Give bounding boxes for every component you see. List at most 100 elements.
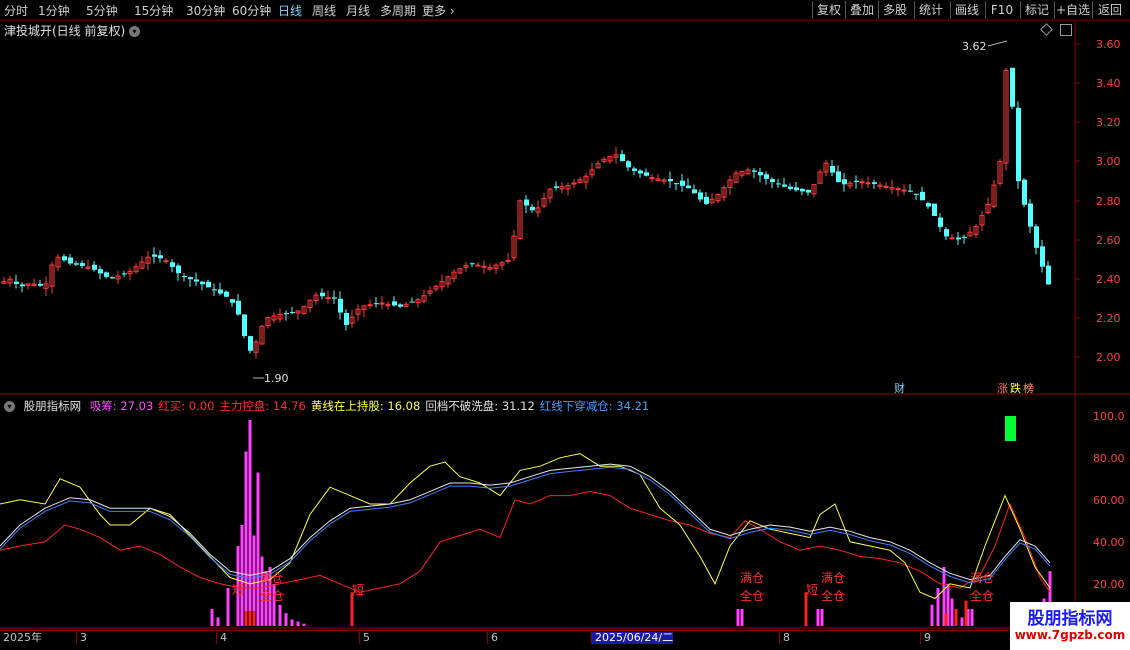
date-label: 8	[779, 632, 790, 644]
candle-body-down	[338, 298, 343, 313]
price-tick: 2.00	[1096, 351, 1121, 364]
date-label: 4	[216, 632, 227, 644]
candles	[1, 67, 1051, 359]
candle-body-down	[938, 217, 943, 227]
annotation-short: 短	[806, 583, 818, 597]
candle-body-down	[1040, 246, 1045, 267]
accumulation-bar	[936, 588, 940, 626]
candle-body-down	[158, 255, 163, 259]
candle-body-down	[842, 179, 847, 185]
fall-badge[interactable]: 跌	[1010, 381, 1021, 395]
indicator-value-3: 黄线在上持股: 16.08	[310, 399, 421, 413]
candle-body-down	[398, 304, 403, 307]
candle-body-down	[956, 237, 961, 240]
candle-body-down	[794, 187, 799, 191]
rise-badge[interactable]: 涨	[997, 382, 1008, 395]
candle-body-down	[926, 203, 931, 207]
price-tick: 2.40	[1096, 273, 1121, 286]
candle-body-up	[163, 260, 169, 263]
date-label: 5	[359, 632, 370, 644]
price-axis: 3.60 3.40 3.20 3.00 2.80 2.60 2.40 2.20 …	[1075, 38, 1121, 364]
candle-body-down	[962, 236, 967, 238]
crosshair-date-label: 2025/06/24/二	[591, 632, 674, 644]
date-label: 2025年	[3, 631, 42, 644]
candle-body-up	[901, 189, 907, 192]
rank-badge[interactable]: 榜	[1023, 381, 1034, 395]
indicator-value-1: 红买: 0.00	[158, 399, 215, 413]
accumulation-bar	[736, 609, 740, 626]
accumulation-bar	[210, 609, 214, 626]
price-tick: 3.20	[1096, 116, 1121, 129]
annotation-short: 短	[232, 583, 244, 597]
candle-body-down	[830, 166, 835, 173]
candle-body-up	[895, 188, 901, 191]
candle-body-down	[152, 254, 157, 257]
candle-body-down	[14, 281, 19, 284]
price-tick: 2.20	[1096, 312, 1121, 325]
indicator-axis: 100.0 80.00 60.00 40.00 20.00	[1093, 410, 1125, 591]
red-buy-bar	[350, 592, 354, 626]
candle-body-down	[194, 279, 199, 282]
candle-body-down	[1016, 107, 1021, 182]
accumulation-bar	[930, 604, 934, 626]
candle-body-down	[62, 256, 67, 261]
candle-body-down	[374, 303, 379, 305]
kline-chart: 3.60 3.40 3.20 3.00 2.80 2.60 2.40 2.20 …	[0, 21, 1130, 629]
indicator-tick: 60.00	[1093, 494, 1125, 507]
accumulation-bar	[278, 604, 282, 626]
candle-body-down	[218, 289, 223, 294]
candle-body-down	[524, 199, 529, 206]
candle-body-down	[68, 257, 73, 264]
indicator-values: 吸筹: 27.03 红买: 0.00 主力控盘: 14.76 黄线在上持股: 16.0…	[90, 399, 654, 413]
indicator-value-0: 吸筹: 27.03	[89, 399, 154, 413]
finance-badge[interactable]: 财	[894, 381, 905, 395]
candle-body-up	[379, 302, 385, 305]
candle-body-down	[764, 174, 769, 179]
candle-body-down	[806, 189, 811, 193]
candle-body-down	[920, 191, 925, 201]
candle-body-down	[1028, 203, 1033, 227]
accumulation-bar	[226, 588, 230, 626]
accumulation-bar	[740, 609, 744, 626]
candle-body-down	[758, 172, 763, 176]
candle-body-down	[104, 272, 109, 277]
chevron-down-icon[interactable]: ▾	[4, 401, 15, 412]
accumulation-bar	[820, 609, 824, 626]
red-buy-bar	[248, 611, 252, 626]
candle-body-down	[290, 312, 295, 314]
candle-body-down	[686, 185, 691, 189]
red-buy-bar	[964, 600, 968, 626]
candle-body-down	[908, 190, 913, 192]
candle-body-down	[242, 314, 247, 337]
candle-body-down	[776, 183, 781, 185]
date-label: 9	[920, 632, 931, 644]
candle-body-down	[1010, 67, 1015, 107]
candle-body-down	[668, 179, 673, 182]
candle-body-down	[92, 264, 97, 270]
candle-body-down	[1034, 226, 1039, 248]
candle-body-up	[505, 259, 511, 262]
candle-body-down	[176, 265, 181, 274]
price-tick: 2.60	[1096, 234, 1121, 247]
candle-body-down	[470, 263, 475, 265]
candle-body-down	[20, 284, 25, 287]
red-buy-bar	[944, 613, 948, 626]
red-buy-bar	[252, 611, 256, 626]
candle-body-down	[236, 300, 241, 315]
candle-body-down	[554, 186, 559, 188]
candle-body-down	[644, 172, 649, 176]
candle-body-down	[854, 180, 859, 182]
candle-body-down	[332, 297, 337, 299]
accumulation-bar	[970, 609, 974, 626]
candle-body-up	[649, 177, 655, 180]
candle-body-down	[200, 281, 205, 285]
candle-body-down	[80, 263, 85, 266]
annotation-full: 全仓	[821, 588, 845, 603]
candle-body-down	[110, 277, 115, 279]
hold-yellow-line	[0, 453, 1051, 600]
indicator-value-5: 红线下穿减仓: 34.21	[539, 399, 650, 413]
high-marker-line	[987, 40, 1008, 47]
accumulation-bar	[248, 420, 252, 626]
annotation-full: 全仓	[970, 588, 994, 603]
candle-body-up	[475, 264, 481, 267]
